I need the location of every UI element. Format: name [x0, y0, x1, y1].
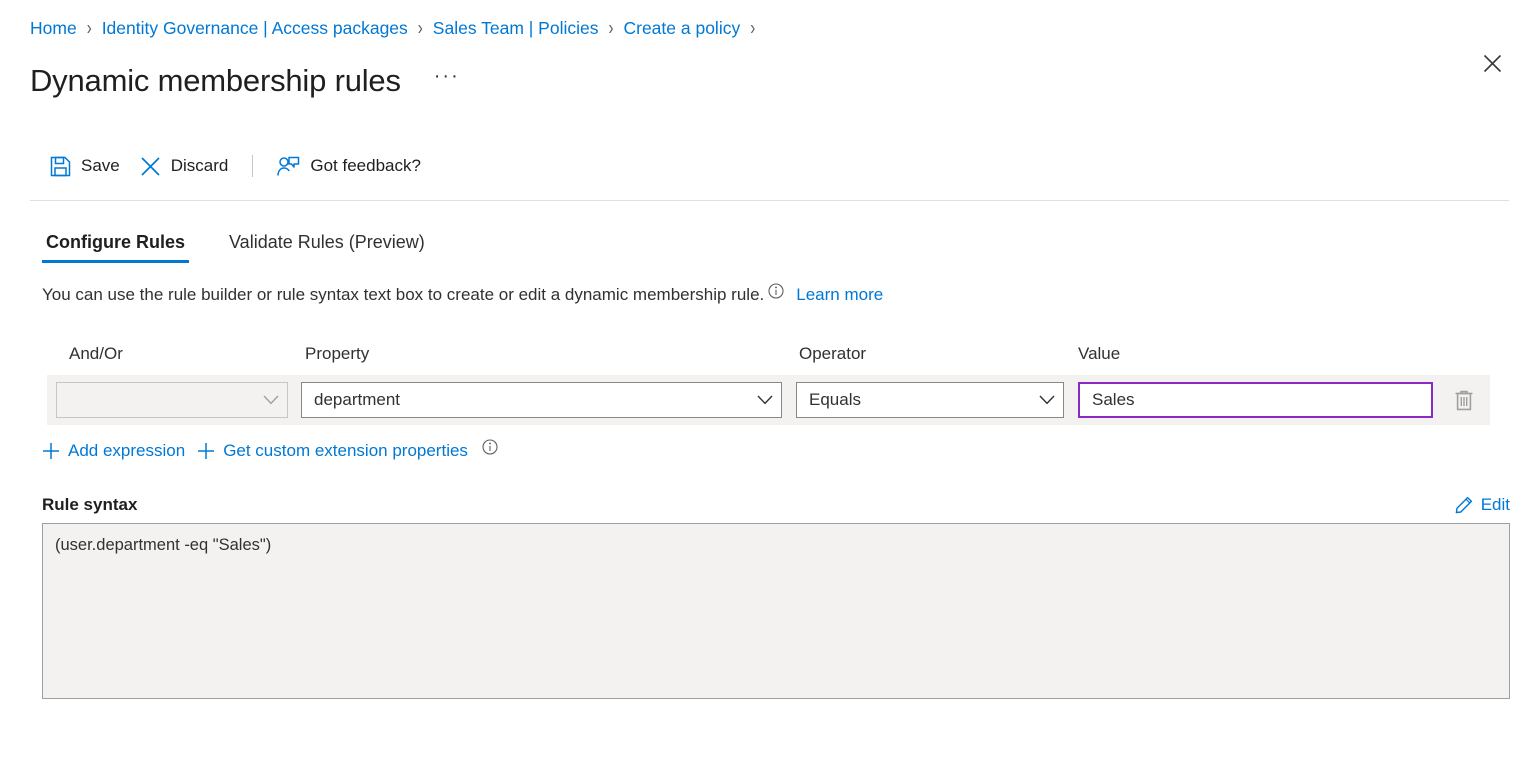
save-icon: [50, 156, 71, 177]
property-dropdown-value: department: [302, 390, 749, 410]
got-feedback-button[interactable]: Got feedback?: [267, 148, 431, 184]
breadcrumb-item-sales-team-policies[interactable]: Sales Team | Policies: [433, 18, 599, 39]
get-custom-extension-properties-button[interactable]: Get custom extension properties: [197, 441, 468, 461]
close-button[interactable]: [1475, 46, 1509, 80]
rule-syntax-label: Rule syntax: [42, 495, 137, 515]
edit-rule-syntax-button[interactable]: Edit: [1455, 495, 1510, 515]
info-icon[interactable]: [768, 283, 784, 299]
column-header-operator: Operator: [786, 344, 1066, 364]
discard-button[interactable]: Discard: [130, 148, 239, 184]
column-header-value: Value: [1066, 344, 1446, 364]
breadcrumb-separator-icon: ›: [608, 18, 613, 38]
chevron-down-icon: [749, 395, 781, 405]
breadcrumb-separator-icon: ›: [87, 18, 92, 38]
value-input-text: Sales: [1080, 390, 1431, 410]
tab-validate-rules[interactable]: Validate Rules (Preview): [225, 232, 429, 263]
learn-more-link[interactable]: Learn more: [796, 285, 883, 305]
and-or-dropdown[interactable]: [56, 382, 288, 418]
discard-icon: [140, 156, 161, 177]
tab-list: Configure Rules Validate Rules (Preview): [0, 221, 1539, 263]
add-expression-label: Add expression: [68, 441, 185, 461]
rule-syntax-header: Rule syntax Edit: [0, 495, 1539, 515]
page-title: Dynamic membership rules: [30, 64, 401, 98]
discard-button-label: Discard: [171, 156, 229, 176]
pencil-icon: [1455, 496, 1473, 514]
rule-syntax-textarea[interactable]: (user.department -eq "Sales"): [42, 523, 1510, 699]
page-header: Dynamic membership rules ···: [0, 42, 1539, 108]
description-text: You can use the rule builder or rule syn…: [42, 285, 764, 305]
save-button[interactable]: Save: [40, 148, 130, 184]
edit-rule-syntax-label: Edit: [1481, 495, 1510, 515]
plus-icon: [197, 442, 215, 460]
command-bar: Save Discard Got feedback?: [0, 144, 1539, 188]
chevron-down-icon: [1031, 395, 1063, 405]
breadcrumb-item-home[interactable]: Home: [30, 18, 77, 39]
column-header-property: Property: [293, 344, 786, 364]
property-dropdown[interactable]: department: [301, 382, 782, 418]
command-bar-bottom-divider: [30, 200, 1509, 201]
trash-icon: [1454, 389, 1474, 411]
column-header-and-or: And/Or: [47, 344, 293, 364]
command-bar-divider: [252, 155, 253, 177]
breadcrumb-item-create-a-policy[interactable]: Create a policy: [623, 18, 740, 39]
breadcrumb-separator-icon: ›: [750, 18, 755, 38]
get-custom-extension-properties-label: Get custom extension properties: [223, 441, 468, 461]
more-options-button[interactable]: ···: [431, 65, 463, 97]
rule-builder: And/Or Property Operator Value departmen…: [0, 341, 1539, 425]
info-icon[interactable]: [482, 439, 498, 455]
plus-icon: [42, 442, 60, 460]
chevron-down-icon: [255, 395, 287, 405]
delete-expression-button[interactable]: [1447, 383, 1481, 417]
operator-dropdown[interactable]: Equals: [796, 382, 1064, 418]
add-expression-button[interactable]: Add expression: [42, 441, 185, 461]
rule-builder-column-headers: And/Or Property Operator Value: [47, 341, 1539, 367]
got-feedback-button-label: Got feedback?: [310, 156, 421, 176]
table-row: department Equals Sales: [47, 375, 1490, 425]
save-button-label: Save: [81, 156, 120, 176]
value-input[interactable]: Sales: [1078, 382, 1433, 418]
tab-configure-rules[interactable]: Configure Rules: [42, 232, 189, 263]
description-row: You can use the rule builder or rule syn…: [0, 283, 1539, 307]
close-icon: [1483, 54, 1502, 73]
feedback-icon: [277, 156, 300, 177]
breadcrumb-item-identity-governance[interactable]: Identity Governance | Access packages: [102, 18, 408, 39]
operator-dropdown-value: Equals: [797, 390, 1031, 410]
rule-builder-actions: Add expression Get custom extension prop…: [0, 439, 1539, 463]
breadcrumb: Home › Identity Governance | Access pack…: [0, 0, 1539, 42]
breadcrumb-separator-icon: ›: [418, 18, 423, 38]
